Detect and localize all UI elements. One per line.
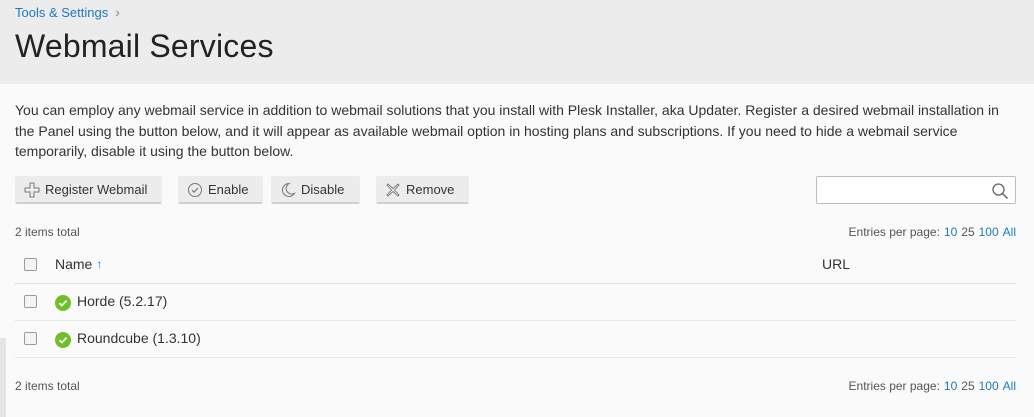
column-header-name[interactable]: Name ↑ [55, 256, 102, 272]
per-page-all[interactable]: All [1003, 379, 1016, 393]
enable-label: Enable [208, 182, 249, 197]
arrow-up-icon: ↑ [96, 257, 103, 271]
table-row: Horde (5.2.17) [15, 284, 1016, 321]
chevron-right-icon: › [115, 4, 120, 20]
sidebar-resize-handle[interactable] [0, 338, 6, 417]
column-header-url: URL [822, 256, 851, 272]
webmail-name[interactable]: Roundcube (1.3.10) [77, 330, 201, 346]
entries-per-page-label: Entries per page: [848, 379, 940, 393]
select-all-checkbox[interactable] [24, 258, 37, 271]
items-total-top: 2 items total [15, 225, 80, 239]
check-circle-icon [187, 182, 203, 198]
page-description: You can employ any webmail service in ad… [15, 102, 999, 159]
search-input[interactable] [817, 177, 987, 203]
per-page-all[interactable]: All [1003, 225, 1016, 239]
breadcrumb-link-tools-settings[interactable]: Tools & Settings [15, 5, 108, 20]
per-page-25[interactable]: 25 [961, 379, 974, 393]
row-checkbox[interactable] [24, 295, 37, 308]
search-icon[interactable] [991, 182, 1009, 200]
register-webmail-label: Register Webmail [45, 182, 148, 197]
items-total-bottom: 2 items total [15, 379, 80, 393]
per-page-100[interactable]: 100 [979, 379, 999, 393]
entries-per-page-bottom: Entries per page: 10 25 100 All [849, 379, 1016, 393]
page-header: Tools & Settings › Webmail Services [0, 0, 1034, 84]
per-page-100[interactable]: 100 [979, 225, 999, 239]
row-checkbox[interactable] [24, 332, 37, 345]
remove-button[interactable]: Remove [376, 176, 469, 204]
moon-icon [280, 182, 296, 198]
entries-per-page-top: Entries per page: 10 25 100 All [849, 225, 1016, 239]
enabled-check-icon [55, 332, 71, 348]
per-page-10[interactable]: 10 [944, 379, 957, 393]
webmail-name[interactable]: Horde (5.2.17) [77, 293, 167, 309]
per-page-10[interactable]: 10 [944, 225, 957, 239]
table-row: Roundcube (1.3.10) [15, 321, 1016, 358]
breadcrumb: Tools & Settings › [15, 4, 120, 20]
disable-button[interactable]: Disable [271, 176, 360, 204]
enabled-check-icon [55, 295, 71, 311]
remove-label: Remove [406, 182, 455, 197]
x-icon [385, 182, 401, 198]
column-name-label: Name [55, 256, 93, 272]
search-box [816, 176, 1016, 204]
plus-icon [24, 182, 40, 198]
entries-per-page-label: Entries per page: [848, 225, 940, 239]
disable-label: Disable [301, 182, 345, 197]
page-title: Webmail Services [15, 28, 274, 64]
per-page-25[interactable]: 25 [961, 225, 974, 239]
enable-button[interactable]: Enable [178, 176, 263, 204]
table-header: Name ↑ URL [15, 250, 1016, 284]
register-webmail-button[interactable]: Register Webmail [15, 176, 162, 204]
